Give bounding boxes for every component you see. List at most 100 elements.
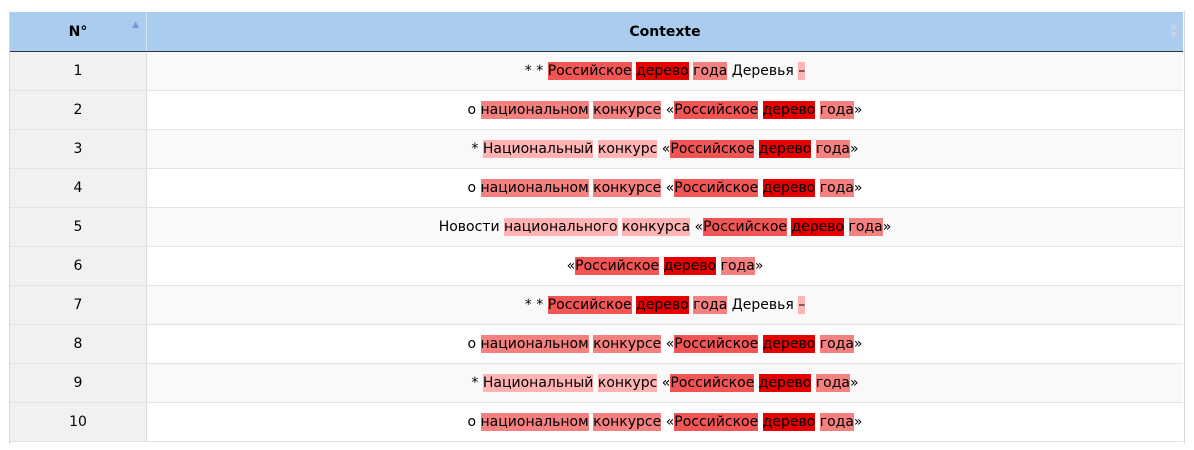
highlighted-word: –	[798, 296, 806, 314]
sort-ascending-icon: ▲	[132, 20, 139, 30]
context-text: »	[754, 258, 764, 274]
table-row: 4о национальном конкурсе «Российское дер…	[10, 168, 1183, 208]
highlighted-word: дерево	[758, 140, 812, 158]
context-text: Деревья	[727, 297, 799, 313]
context-text: »	[853, 180, 863, 196]
highlighted-word: года	[848, 218, 883, 236]
row-number-cell: 10	[10, 402, 147, 442]
highlighted-word: конкурсе	[593, 101, 662, 119]
context-cell: «Российское дерево года»	[146, 246, 1183, 286]
column-header-number[interactable]: N° ▲	[10, 12, 147, 52]
highlighted-word: года	[815, 140, 851, 158]
row-number-cell: 7	[10, 285, 147, 325]
context-text: »	[853, 336, 863, 352]
context-text: »	[853, 102, 863, 118]
highlighted-word: конкурсе	[593, 335, 662, 353]
context-cell: о национальном конкурсе «Российское дере…	[146, 90, 1183, 130]
highlighted-word: дерево	[762, 179, 816, 197]
column-header-context[interactable]: Contexte ▲ ▼	[146, 12, 1183, 52]
context-text: «	[661, 336, 675, 352]
highlighted-word: дерево	[636, 296, 689, 314]
row-number-cell: 3	[10, 129, 147, 169]
highlighted-word: Российское	[674, 413, 759, 431]
table-row: 2о национальном конкурсе «Российское дер…	[10, 90, 1183, 130]
highlighted-word: года	[693, 62, 728, 80]
context-text: «	[661, 102, 675, 118]
context-text	[659, 258, 663, 274]
table-row: 10 о национальном конкурсе «Российское де…	[10, 402, 1183, 442]
row-number-cell: 8	[10, 324, 147, 364]
table-row: 6 «Российское дерево года»	[10, 246, 1183, 286]
context-cell: * * Российское дерево года Деревья –	[146, 51, 1183, 91]
context-text: о	[467, 102, 481, 118]
highlighted-word: Российское	[703, 218, 788, 236]
highlighted-word: конкурс	[597, 374, 658, 392]
table-row: 5 Новости национального конкурса «Российс…	[10, 207, 1183, 247]
context-text	[758, 414, 762, 430]
highlighted-word: Российское	[674, 179, 759, 197]
context-text: «	[661, 414, 675, 430]
row-number-cell: 6	[10, 246, 147, 286]
context-text: о	[467, 414, 481, 430]
context-text: о	[467, 336, 481, 352]
highlighted-word: года	[819, 101, 854, 119]
context-text: «	[657, 141, 671, 157]
highlighted-word: национальном	[480, 335, 589, 353]
highlighted-word: Российское	[670, 374, 755, 392]
highlighted-word: –	[798, 62, 806, 80]
highlighted-word: дерево	[758, 374, 812, 392]
context-text	[716, 258, 720, 274]
highlighted-word: Российское	[670, 140, 755, 158]
highlighted-word: года	[693, 296, 728, 314]
highlighted-word: дерево	[791, 218, 845, 236]
highlighted-word: года	[819, 179, 854, 197]
highlighted-word: конкурс	[597, 140, 658, 158]
context-cell: о национальном конкурсе «Российское дере…	[146, 324, 1183, 364]
highlighted-word: национальном	[480, 413, 589, 431]
context-text: «	[566, 258, 576, 274]
context-text: о	[467, 180, 481, 196]
context-text: »	[850, 375, 859, 391]
table-row: 9 * Национальный конкурс «Российское дере…	[10, 363, 1183, 403]
row-number-cell: 4	[10, 168, 147, 208]
highlighted-word: года	[815, 374, 851, 392]
highlighted-word: дерево	[663, 257, 717, 275]
table-row: 3 * Национальный конкурс «Российское дере…	[10, 129, 1183, 169]
sort-both-icon: ▲ ▼	[1170, 21, 1177, 41]
table-body: 1 * * Российское дерево года Деревья –2 о …	[10, 51, 1183, 442]
context-cell: Новости национального конкурса «Российск…	[146, 207, 1183, 247]
highlighted-word: дерево	[762, 101, 816, 119]
context-cell: о национальном конкурсе «Российское дере…	[146, 168, 1183, 208]
context-text: *	[471, 375, 483, 391]
context-text: «	[657, 375, 671, 391]
context-text	[758, 102, 762, 118]
highlighted-word: года	[819, 413, 854, 431]
highlighted-word: конкурса	[621, 218, 691, 236]
concordance-table-container: N° ▲ Contexte ▲ ▼ 1 * * Российское дерево …	[10, 12, 1183, 442]
table-row: 8о национальном конкурсе «Российское дер…	[10, 324, 1183, 364]
context-cell: * * Российское дерево года Деревья –	[146, 285, 1183, 325]
column-header-number-label: N°	[68, 23, 88, 40]
context-cell: * Национальный конкурс «Российское дерев…	[146, 363, 1183, 403]
context-text: «	[690, 219, 704, 235]
highlighted-word: года	[720, 257, 755, 275]
context-cell: * Национальный конкурс «Российское дерев…	[146, 129, 1183, 169]
context-text: * *	[524, 63, 548, 79]
context-text	[758, 180, 762, 196]
context-text	[758, 336, 762, 352]
context-text: «	[661, 180, 675, 196]
highlighted-word: дерево	[762, 413, 816, 431]
highlighted-word: Национальный	[482, 140, 594, 158]
highlighted-word: Российское	[547, 62, 632, 80]
concordance-table: N° ▲ Contexte ▲ ▼ 1 * * Российское дерево …	[10, 12, 1183, 442]
context-text: »	[850, 141, 859, 157]
row-number-cell: 9	[10, 363, 147, 403]
row-number-cell: 5	[10, 207, 147, 247]
highlighted-word: Российское	[547, 296, 632, 314]
row-number-cell: 2	[10, 90, 147, 130]
context-text: »	[882, 219, 892, 235]
highlighted-word: дерево	[762, 335, 816, 353]
column-header-context-label: Contexte	[629, 23, 701, 40]
context-text	[844, 219, 848, 235]
context-text: * *	[524, 297, 548, 313]
